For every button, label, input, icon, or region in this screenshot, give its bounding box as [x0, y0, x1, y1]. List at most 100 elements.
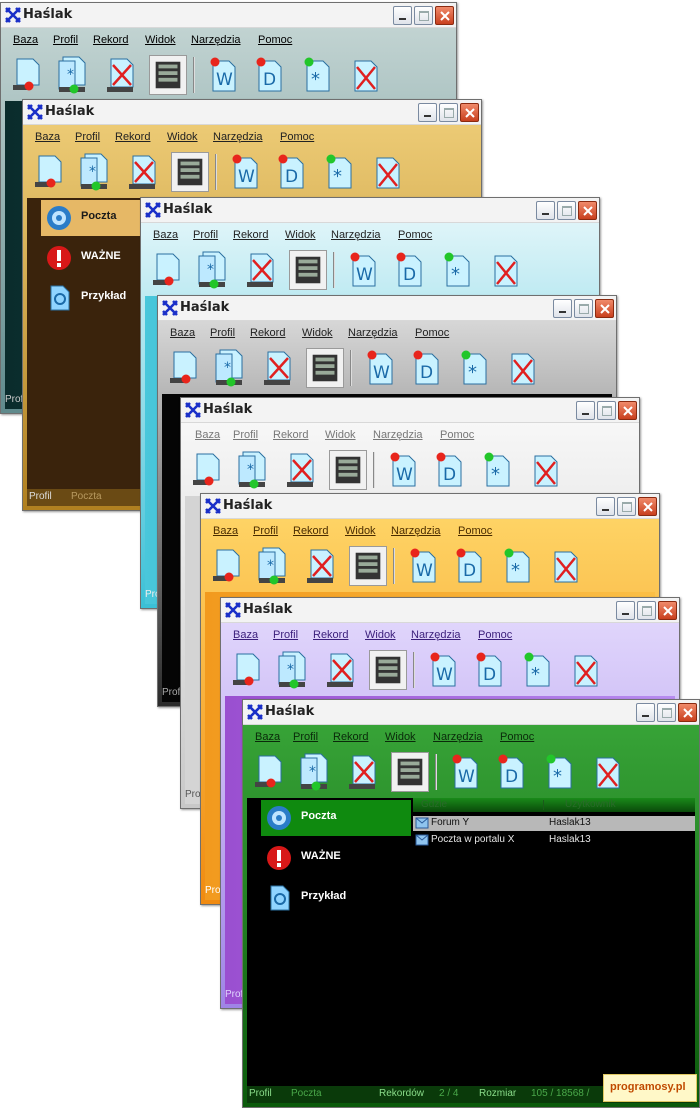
menu-rekord[interactable]: Rekord — [293, 525, 328, 537]
minimize-button[interactable] — [636, 703, 655, 722]
list-view-icon[interactable] — [349, 546, 387, 586]
window-titlebar[interactable]: Haślak — [181, 398, 639, 423]
d-category-icon[interactable]: D — [469, 650, 507, 690]
d-category-icon[interactable]: D — [389, 250, 427, 290]
add-record-icon[interactable]: * — [253, 546, 291, 586]
menu-narzedzia[interactable]: Narzędzia — [191, 34, 241, 46]
menu-narzedzia[interactable]: Narzędzia — [411, 629, 461, 641]
d-category-icon[interactable]: D — [271, 152, 309, 192]
new-entry-icon[interactable]: * — [437, 250, 475, 290]
minimize-button[interactable] — [596, 497, 615, 516]
menu-profil[interactable]: Profil — [75, 131, 100, 143]
wazne-category-icon[interactable]: W — [403, 546, 441, 586]
menu-pomoc[interactable]: Pomoc — [478, 629, 512, 641]
menu-narzedzia[interactable]: Narzędzia — [373, 429, 423, 441]
maximize-button[interactable] — [637, 601, 656, 620]
new-entry-icon[interactable]: * — [539, 752, 577, 792]
maximize-button[interactable] — [414, 6, 433, 25]
menu-profil[interactable]: Profil — [293, 731, 318, 743]
maximize-button[interactable] — [574, 299, 593, 318]
d-category-icon[interactable]: D — [429, 450, 467, 490]
remove-record-icon[interactable] — [123, 152, 161, 192]
menu-pomoc[interactable]: Pomoc — [280, 131, 314, 143]
list-view-icon[interactable] — [149, 55, 187, 95]
menu-widok[interactable]: Widok — [325, 429, 356, 441]
delete-entry-icon[interactable] — [587, 752, 625, 792]
close-button[interactable] — [658, 601, 677, 620]
menu-baza[interactable]: Baza — [35, 131, 60, 143]
new-entry-icon[interactable]: * — [297, 55, 335, 95]
sidebar-item-wazne[interactable]: WAŻNE — [261, 840, 411, 876]
menu-widok[interactable]: Widok — [302, 327, 333, 339]
menu-rekord[interactable]: Rekord — [333, 731, 368, 743]
menu-baza[interactable]: Baza — [170, 327, 195, 339]
list-view-icon[interactable] — [289, 250, 327, 290]
menu-profil[interactable]: Profil — [193, 229, 218, 241]
delete-record-icon[interactable] — [209, 546, 247, 586]
delete-record-icon[interactable] — [166, 348, 204, 388]
menu-pomoc[interactable]: Pomoc — [258, 34, 292, 46]
menu-pomoc[interactable]: Pomoc — [398, 229, 432, 241]
menu-profil[interactable]: Profil — [273, 629, 298, 641]
delete-entry-icon[interactable] — [367, 152, 405, 192]
remove-record-icon[interactable] — [258, 348, 296, 388]
close-button[interactable] — [618, 401, 637, 420]
window-titlebar[interactable]: Haślak — [23, 100, 481, 125]
delete-record-icon[interactable] — [149, 250, 187, 290]
menu-widok[interactable]: Widok — [345, 525, 376, 537]
window-titlebar[interactable]: Haślak — [221, 598, 679, 623]
menu-baza[interactable]: Baza — [255, 731, 280, 743]
delete-record-icon[interactable] — [31, 152, 69, 192]
d-category-icon[interactable]: D — [406, 348, 444, 388]
menu-baza[interactable]: Baza — [195, 429, 220, 441]
menu-baza[interactable]: Baza — [153, 229, 178, 241]
d-category-icon[interactable]: D — [449, 546, 487, 586]
d-category-icon[interactable]: D — [249, 55, 287, 95]
menu-baza[interactable]: Baza — [233, 629, 258, 641]
close-button[interactable] — [595, 299, 614, 318]
menu-widok[interactable]: Widok — [385, 731, 416, 743]
delete-entry-icon[interactable] — [345, 55, 383, 95]
menu-profil[interactable]: Profil — [53, 34, 78, 46]
new-entry-icon[interactable]: * — [497, 546, 535, 586]
delete-entry-icon[interactable] — [565, 650, 603, 690]
menu-profil[interactable]: Profil — [233, 429, 258, 441]
close-button[interactable] — [638, 497, 657, 516]
list-view-icon[interactable] — [329, 450, 367, 490]
delete-record-icon[interactable] — [229, 650, 267, 690]
close-button[interactable] — [435, 6, 454, 25]
table-row[interactable]: Forum Y Haslak13 — [413, 816, 695, 831]
wazne-category-icon[interactable]: W — [360, 348, 398, 388]
maximize-button[interactable] — [597, 401, 616, 420]
menu-widok[interactable]: Widok — [167, 131, 198, 143]
add-record-icon[interactable]: * — [75, 152, 113, 192]
remove-record-icon[interactable] — [301, 546, 339, 586]
maximize-button[interactable] — [557, 201, 576, 220]
list-view-icon[interactable] — [306, 348, 344, 388]
add-record-icon[interactable]: * — [193, 250, 231, 290]
delete-entry-icon[interactable] — [525, 450, 563, 490]
menu-baza[interactable]: Baza — [13, 34, 38, 46]
maximize-button[interactable] — [439, 103, 458, 122]
menu-rekord[interactable]: Rekord — [233, 229, 268, 241]
remove-record-icon[interactable] — [321, 650, 359, 690]
menu-baza[interactable]: Baza — [213, 525, 238, 537]
minimize-button[interactable] — [393, 6, 412, 25]
menu-narzedzia[interactable]: Narzędzia — [433, 731, 483, 743]
remove-record-icon[interactable] — [241, 250, 279, 290]
window-titlebar[interactable]: Haślak — [141, 198, 599, 223]
new-entry-icon[interactable]: * — [454, 348, 492, 388]
wazne-category-icon[interactable]: W — [445, 752, 483, 792]
menu-narzedzia[interactable]: Narzędzia — [348, 327, 398, 339]
minimize-button[interactable] — [536, 201, 555, 220]
close-button[interactable] — [678, 703, 697, 722]
minimize-button[interactable] — [616, 601, 635, 620]
delete-entry-icon[interactable] — [502, 348, 540, 388]
menu-profil[interactable]: Profil — [210, 327, 235, 339]
new-entry-icon[interactable]: * — [477, 450, 515, 490]
menu-pomoc[interactable]: Pomoc — [415, 327, 449, 339]
window-titlebar[interactable]: Haślak — [201, 494, 659, 519]
list-view-icon[interactable] — [369, 650, 407, 690]
delete-record-icon[interactable] — [9, 55, 47, 95]
new-entry-icon[interactable]: * — [517, 650, 555, 690]
